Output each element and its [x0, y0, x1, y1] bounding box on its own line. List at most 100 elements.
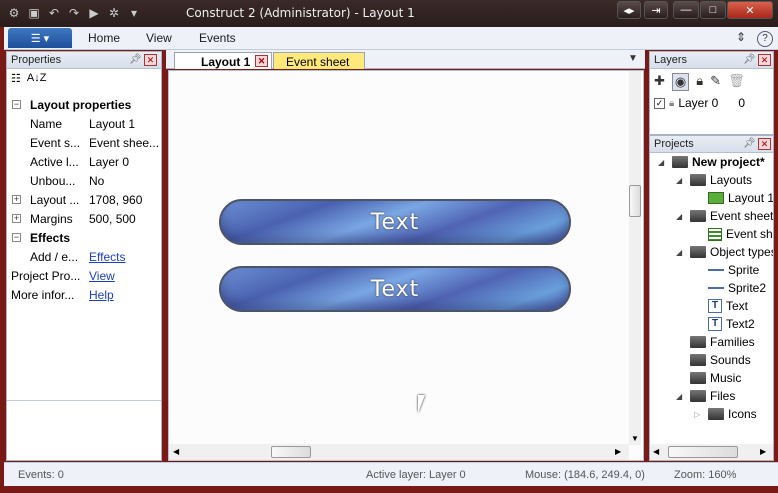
- property-value[interactable]: No: [89, 174, 159, 188]
- scroll-down-icon[interactable]: ▼: [631, 434, 639, 443]
- ribbon-collapse-icon[interactable]: ⇕: [736, 30, 746, 44]
- lock-icon[interactable]: 🔒︎: [696, 73, 703, 91]
- vertical-scrollbar-thumb[interactable]: [629, 185, 641, 217]
- property-row[interactable]: More infor... Help: [7, 285, 167, 304]
- collapse-arrow-icon[interactable]: ◢: [676, 248, 686, 257]
- close-window-button[interactable]: ✕: [727, 1, 773, 19]
- property-value[interactable]: 500, 500: [89, 212, 159, 226]
- tree-item-text2[interactable]: T Text2: [708, 317, 755, 331]
- tab-layout-1[interactable]: Layout 1 ✕: [174, 52, 272, 69]
- property-row[interactable]: Active l... Layer 0: [7, 152, 167, 171]
- text-button-sprite-2[interactable]: Text: [219, 266, 571, 312]
- help-icon[interactable]: ?: [757, 31, 773, 47]
- close-icon[interactable]: ✕: [758, 54, 771, 66]
- scroll-left-icon[interactable]: ◀: [173, 447, 179, 456]
- property-row[interactable]: + Layout ... 1708, 960: [7, 190, 167, 209]
- tree-item-event-sheet-1[interactable]: Event sh: [708, 227, 773, 241]
- tree-item-object-types[interactable]: ◢ Object types: [676, 245, 773, 259]
- view-link[interactable]: View: [89, 269, 159, 283]
- tree-item-files[interactable]: ◢ Files: [676, 389, 735, 403]
- scroll-left-icon[interactable]: ◀: [653, 447, 659, 456]
- tree-item-layouts[interactable]: ◢ Layouts: [676, 173, 752, 187]
- save-icon[interactable]: ▣: [26, 5, 42, 21]
- add-layer-icon[interactable]: ✚: [654, 73, 665, 91]
- tab-view[interactable]: View: [146, 31, 172, 45]
- collapse-arrow-icon[interactable]: ◢: [676, 392, 686, 401]
- collapse-arrow-icon[interactable]: ◢: [676, 176, 686, 185]
- projects-horizontal-scrollbar[interactable]: ◀ ▶: [650, 444, 773, 460]
- pin-icon[interactable]: 📌︎: [743, 54, 756, 65]
- property-section-label: Effects: [30, 230, 71, 245]
- categorized-icon[interactable]: ☷: [11, 72, 21, 85]
- tree-item-families[interactable]: Families: [690, 335, 755, 349]
- tree-item-project[interactable]: ◢ New project*: [658, 155, 765, 169]
- property-value[interactable]: Event shee...: [89, 136, 159, 150]
- projects-scrollbar-thumb[interactable]: [668, 446, 738, 458]
- tree-item-event-sheets[interactable]: ◢ Event sheets: [676, 209, 774, 223]
- text-button-sprite-1[interactable]: Text: [219, 199, 571, 245]
- text-object-1[interactable]: Text: [371, 210, 420, 235]
- close-icon[interactable]: ✕: [144, 54, 157, 66]
- scroll-right-icon[interactable]: ▶: [760, 447, 766, 456]
- tree-item-text[interactable]: T Text: [708, 299, 748, 313]
- layer-lock-icon[interactable]: 🔒︎: [669, 98, 674, 109]
- layout-canvas[interactable]: Text Text ▼ ◀ ▶: [168, 70, 644, 461]
- effects-link[interactable]: Effects: [89, 250, 159, 264]
- close-icon[interactable]: ✕: [758, 138, 771, 150]
- tab-list-dropdown-icon[interactable]: ▼: [628, 53, 638, 64]
- close-icon[interactable]: ✕: [255, 55, 268, 67]
- tree-item-icons[interactable]: ▷ Icons: [694, 407, 757, 421]
- edit-pencil-icon[interactable]: ✎: [710, 73, 721, 91]
- horizontal-scrollbar-thumb[interactable]: [271, 446, 311, 458]
- tree-item-sprite2[interactable]: Sprite2: [708, 281, 766, 295]
- pin-icon[interactable]: 📌︎: [743, 138, 756, 149]
- app-gear-icon[interactable]: ⚙: [6, 5, 22, 21]
- minimize-button[interactable]: —: [673, 1, 699, 19]
- scroll-right-icon[interactable]: ▶: [615, 447, 621, 456]
- expand-arrow-icon[interactable]: ▷: [694, 410, 704, 419]
- toolbar-dropdown-icon[interactable]: ▾: [126, 5, 142, 21]
- sort-az-icon[interactable]: A↓Z: [27, 72, 47, 85]
- tab-event-sheet-1[interactable]: Event sheet 1: [273, 52, 365, 83]
- property-value[interactable]: Layout 1: [89, 117, 159, 131]
- file-menu-button[interactable]: ☰ ▾: [8, 28, 72, 48]
- expand-icon[interactable]: +: [12, 195, 21, 204]
- collapse-arrow-icon[interactable]: ◢: [676, 212, 686, 221]
- property-value[interactable]: Layer 0: [89, 155, 159, 169]
- property-value[interactable]: 1708, 960: [89, 193, 159, 207]
- tree-item-sprite[interactable]: Sprite: [708, 263, 759, 277]
- layer-visible-checkbox[interactable]: ✓: [654, 97, 665, 109]
- redo-icon[interactable]: ↷: [66, 5, 82, 21]
- property-row[interactable]: Project Pro... View: [7, 266, 167, 285]
- tab-home[interactable]: Home: [88, 31, 120, 45]
- help-link[interactable]: Help: [89, 288, 159, 302]
- pin-icon[interactable]: 📌︎: [129, 54, 142, 65]
- text-object-2[interactable]: Text: [371, 277, 420, 302]
- debug-icon[interactable]: ✲: [106, 5, 122, 21]
- tab-events[interactable]: Events: [199, 31, 236, 45]
- collapse-arrow-icon[interactable]: ◢: [658, 158, 668, 167]
- property-row[interactable]: Unbou... No: [7, 171, 167, 190]
- undo-icon[interactable]: ↶: [46, 5, 62, 21]
- exit-icon[interactable]: ⇥: [644, 1, 668, 19]
- run-layout-icon[interactable]: ▶: [86, 5, 102, 21]
- layer-name[interactable]: Layer 0: [678, 96, 718, 110]
- collapse-icon[interactable]: −: [12, 233, 21, 242]
- horizontal-scrollbar[interactable]: ◀ ▶: [169, 444, 629, 460]
- visibility-eye-icon[interactable]: ◉: [671, 73, 690, 91]
- maximize-button[interactable]: □: [700, 1, 726, 19]
- nav-arrows-button[interactable]: ◂▸: [617, 1, 641, 19]
- tree-item-sounds[interactable]: Sounds: [690, 353, 751, 367]
- property-row[interactable]: Name Layout 1: [7, 114, 167, 133]
- layer-row[interactable]: ✓ 🔒︎ Layer 0 0: [654, 96, 745, 110]
- expand-icon[interactable]: +: [12, 214, 21, 223]
- delete-trash-icon[interactable]: 🗑︎: [728, 73, 745, 91]
- property-row[interactable]: + Margins 500, 500: [7, 209, 167, 228]
- tree-item-music[interactable]: Music: [690, 371, 741, 385]
- collapse-icon[interactable]: −: [12, 100, 21, 109]
- tree-item-layout-1[interactable]: Layout 1: [708, 191, 773, 205]
- property-row[interactable]: Add / e... Effects: [7, 247, 167, 266]
- vertical-scrollbar[interactable]: ▼: [629, 71, 641, 445]
- tree-item-label: Event sheets: [710, 209, 774, 223]
- property-row[interactable]: Event s... Event shee...: [7, 133, 167, 152]
